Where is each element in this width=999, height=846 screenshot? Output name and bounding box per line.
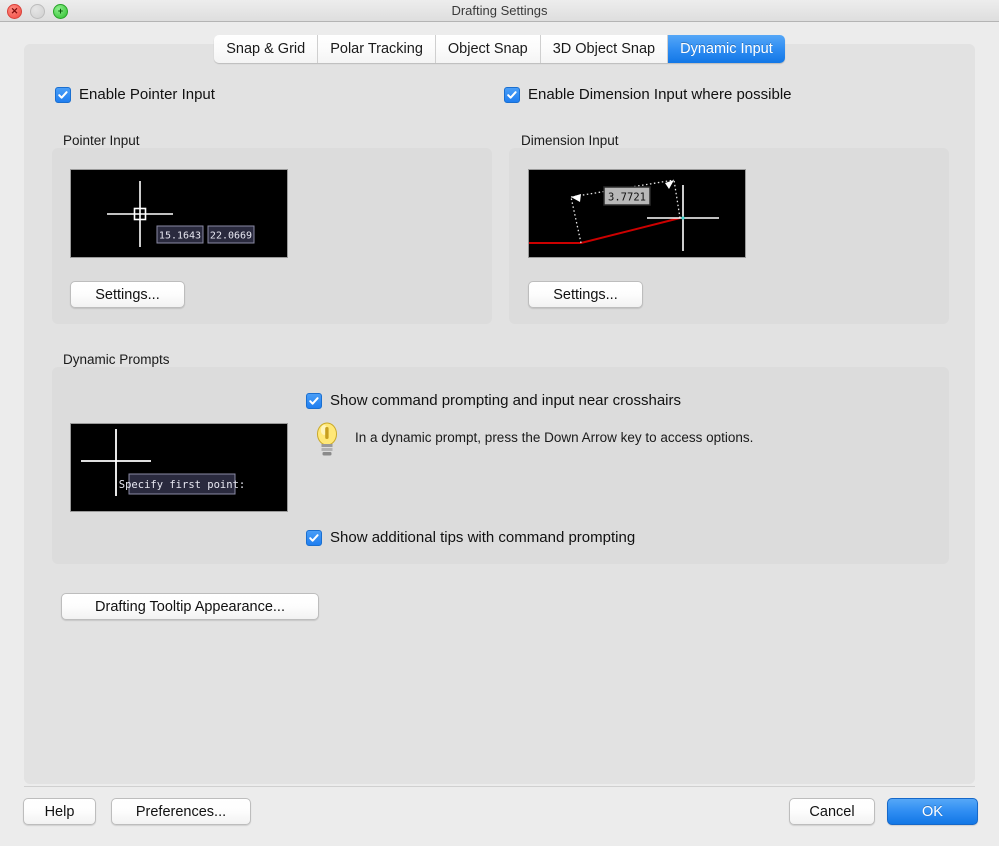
- title-bar: ✕ + Drafting Settings: [0, 0, 999, 22]
- show-additional-tips-checkbox[interactable]: [306, 529, 322, 546]
- tab-bar: Snap & Grid Polar Tracking Object Snap 3…: [0, 35, 999, 65]
- pointer-preview-x-value: 15.1643: [159, 231, 201, 242]
- lightbulb-icon: [312, 420, 342, 458]
- drafting-tooltip-appearance-button[interactable]: Drafting Tooltip Appearance...: [61, 593, 319, 620]
- tab-snap-and-grid[interactable]: Snap & Grid: [214, 35, 319, 63]
- enable-pointer-input-row[interactable]: Enable Pointer Input: [55, 86, 215, 103]
- dynamic-prompt-tip-text: In a dynamic prompt, press the Down Arro…: [355, 430, 754, 445]
- dynamic-prompt-preview-text: Specify first point:: [119, 479, 245, 491]
- tab-3d-object-snap[interactable]: 3D Object Snap: [540, 35, 669, 63]
- dynamic-prompts-preview: Specify first point:: [70, 423, 288, 512]
- show-command-prompting-row[interactable]: Show command prompting and input near cr…: [306, 392, 681, 409]
- enable-pointer-input-checkbox[interactable]: [55, 86, 71, 103]
- footer-separator: [24, 786, 975, 787]
- dynamic-prompts-group-title: Dynamic Prompts: [63, 352, 170, 367]
- show-additional-tips-row[interactable]: Show additional tips with command prompt…: [306, 529, 635, 546]
- show-command-prompting-checkbox[interactable]: [306, 392, 322, 409]
- enable-dimension-input-row[interactable]: Enable Dimension Input where possible: [504, 86, 792, 103]
- enable-dimension-input-label: Enable Dimension Input where possible: [528, 86, 792, 103]
- dimension-input-preview: 3.7721: [528, 169, 746, 258]
- show-additional-tips-label: Show additional tips with command prompt…: [330, 529, 636, 546]
- window-title: Drafting Settings: [451, 3, 548, 18]
- pointer-input-group-title: Pointer Input: [63, 133, 140, 148]
- dimension-input-group-title: Dimension Input: [521, 133, 619, 148]
- dimension-input-settings-button[interactable]: Settings...: [528, 281, 643, 308]
- tab-dynamic-input[interactable]: Dynamic Input: [668, 35, 785, 63]
- pointer-preview-y-value: 22.0669: [210, 231, 252, 242]
- help-button[interactable]: Help: [23, 798, 96, 825]
- show-command-prompting-label: Show command prompting and input near cr…: [330, 392, 682, 409]
- cancel-button[interactable]: Cancel: [789, 798, 875, 825]
- pointer-input-preview: 15.1643 22.0669: [70, 169, 288, 258]
- enable-dimension-input-checkbox[interactable]: [504, 86, 520, 103]
- tab-object-snap[interactable]: Object Snap: [435, 35, 541, 63]
- tab-polar-tracking[interactable]: Polar Tracking: [318, 35, 436, 63]
- ok-button[interactable]: OK: [887, 798, 978, 825]
- dimension-preview-value: 3.7721: [608, 192, 646, 204]
- preferences-button[interactable]: Preferences...: [111, 798, 251, 825]
- enable-pointer-input-label: Enable Pointer Input: [79, 86, 215, 103]
- pointer-input-settings-button[interactable]: Settings...: [70, 281, 185, 308]
